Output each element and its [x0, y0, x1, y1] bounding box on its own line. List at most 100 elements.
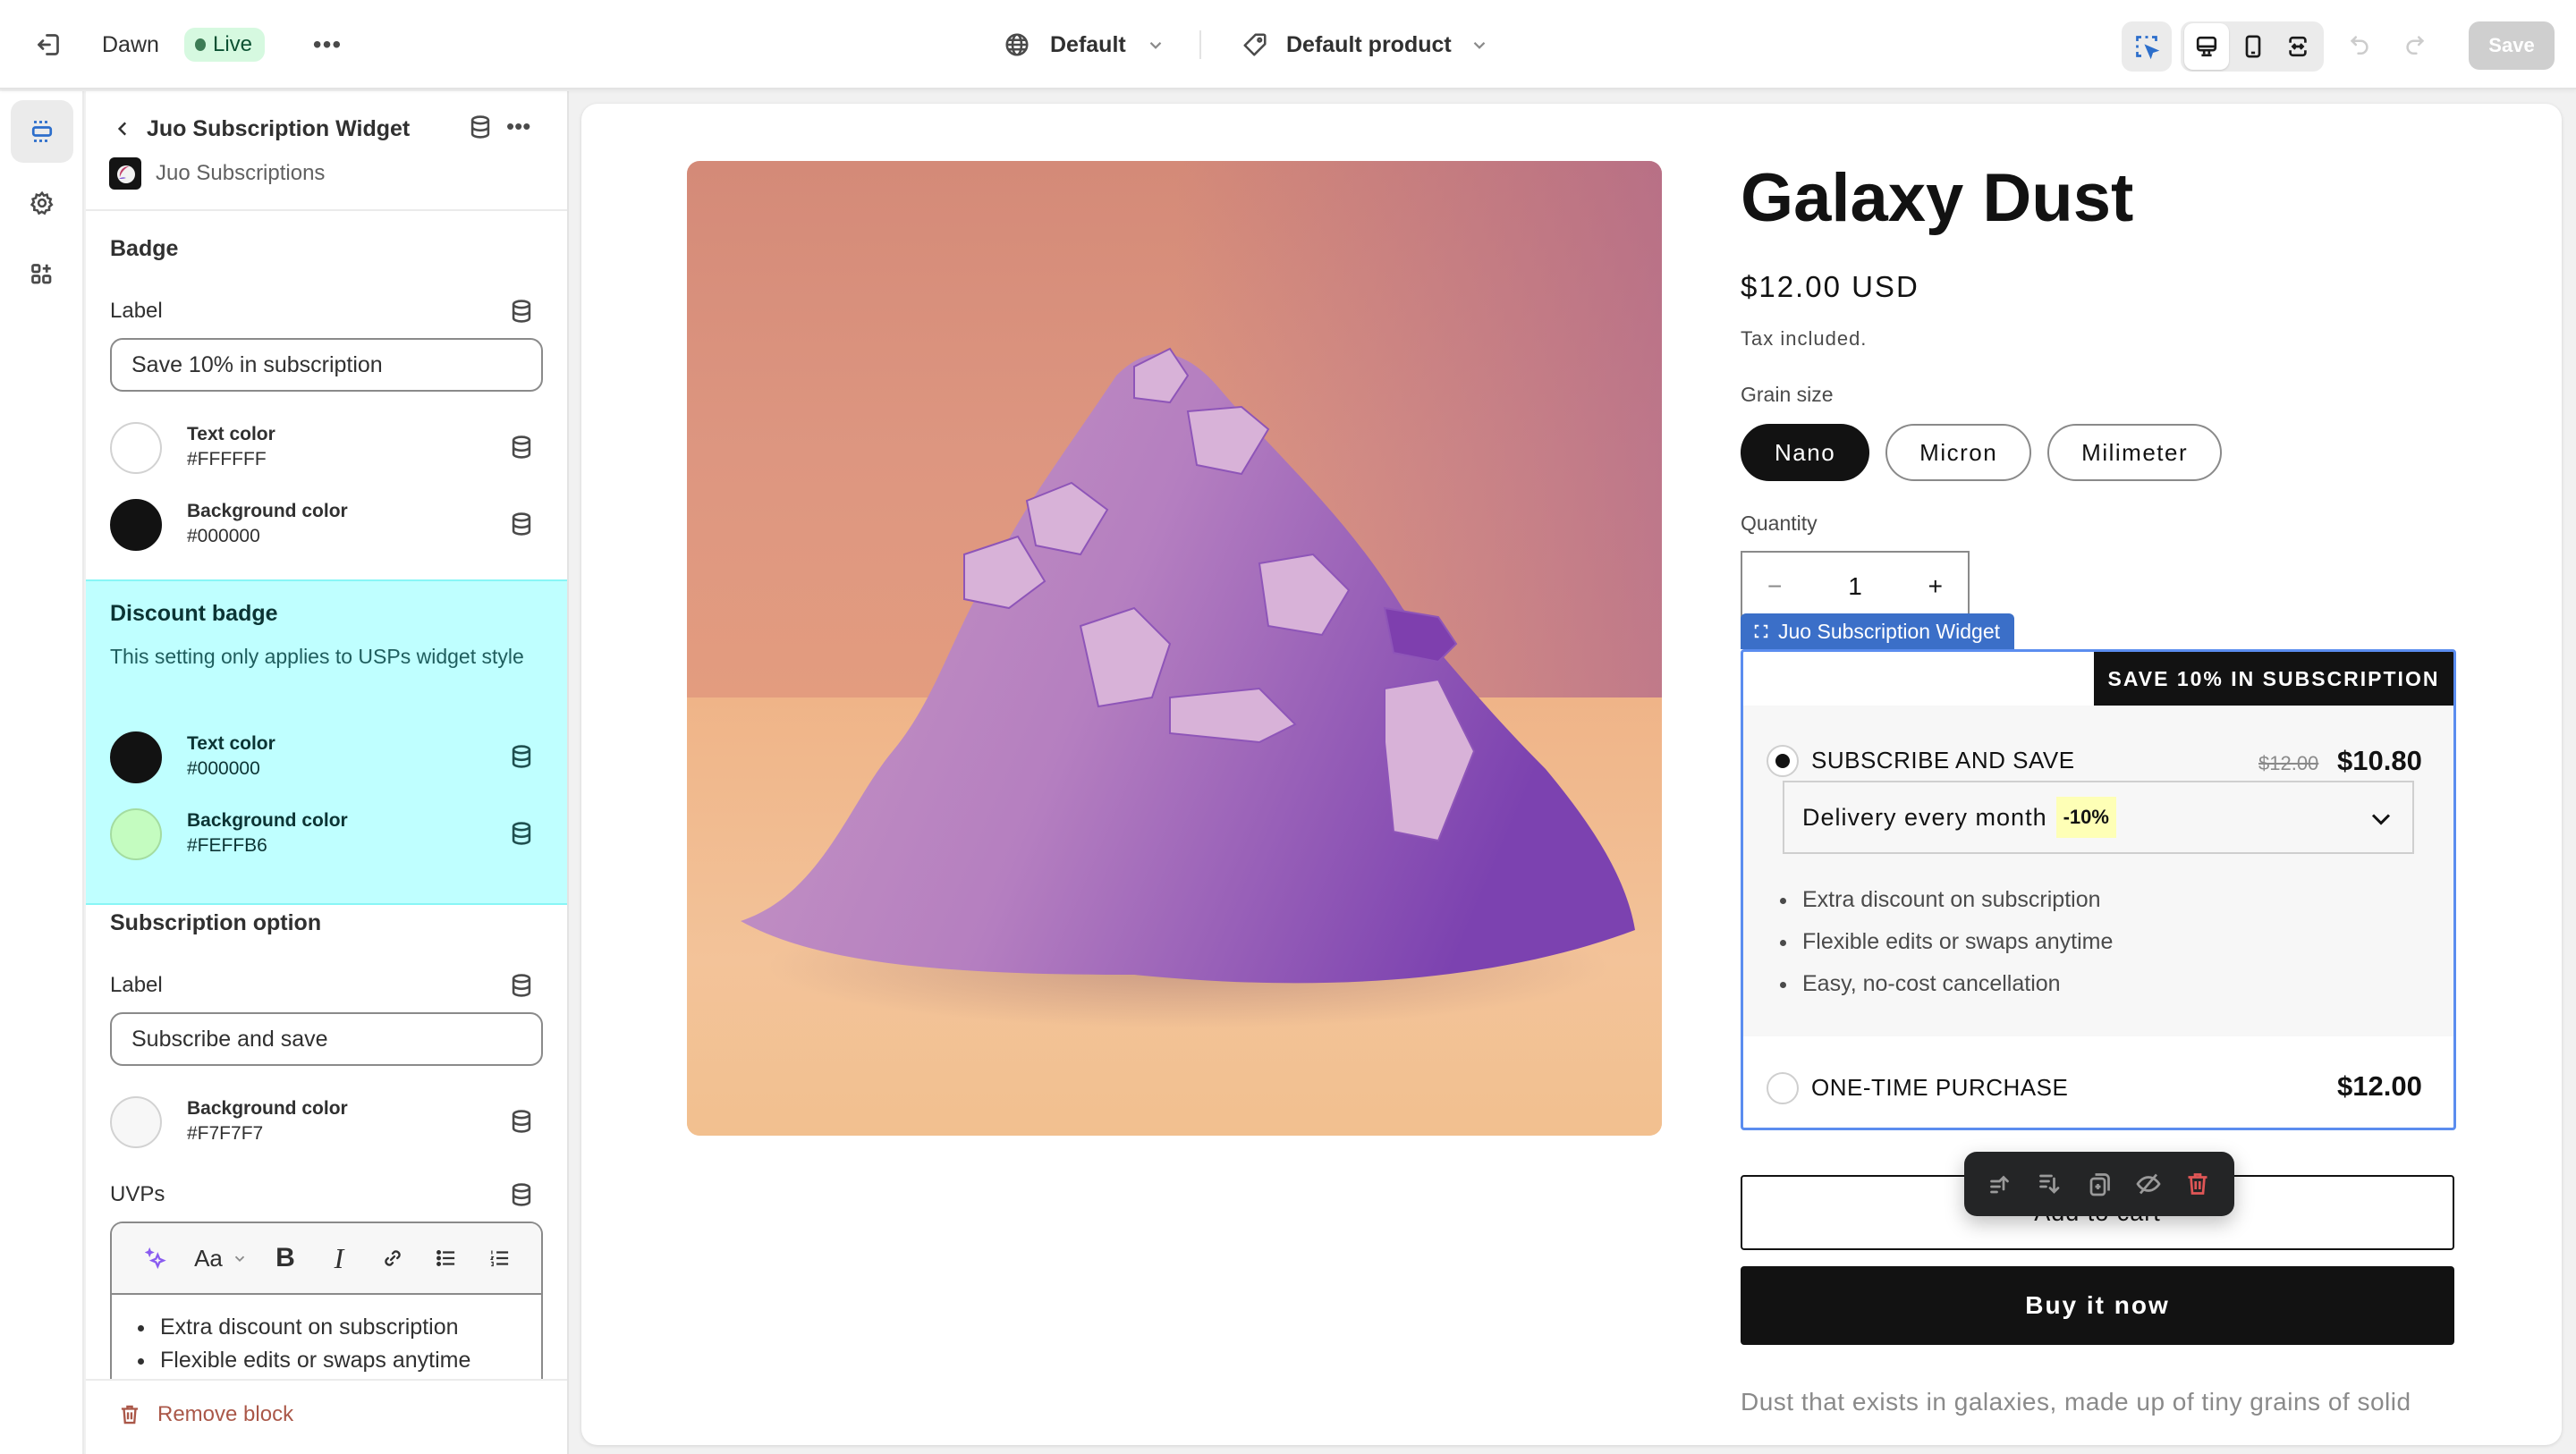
theme-more-button[interactable]: •••: [309, 27, 345, 63]
dynamic-source-icon[interactable]: [510, 435, 533, 460]
move-down-button[interactable]: [2030, 1164, 2070, 1204]
uvp-item: Easy, no-cost cancellation: [1799, 963, 2113, 1005]
product-title: Galaxy Dust: [1741, 160, 2134, 236]
juo-logo-icon: [117, 165, 135, 183]
variant-picker: Nano Micron Milimeter: [1741, 424, 2223, 481]
inspector-icon: [2136, 36, 2160, 60]
ai-generate-button[interactable]: [130, 1236, 183, 1281]
undo-button[interactable]: [2342, 27, 2377, 63]
subscription-widget[interactable]: SAVE 10% IN SUBSCRIPTION SUBSCRIBE AND S…: [1741, 649, 2456, 1130]
hide-block-button[interactable]: [2129, 1164, 2168, 1204]
quantity-increase-button[interactable]: +: [1928, 572, 1943, 601]
uvps-title: UVPs: [110, 1182, 165, 1206]
language-selector[interactable]: Default: [1004, 25, 1165, 64]
save-button[interactable]: Save: [2469, 21, 2555, 70]
discount-badge: -10%: [2055, 797, 2116, 838]
quantity-value[interactable]: 1: [1848, 572, 1862, 601]
color-value: #000000: [187, 758, 260, 779]
dynamic-source-icon[interactable]: [510, 821, 533, 846]
variant-label: Grain size: [1741, 383, 1834, 406]
exit-button[interactable]: [30, 27, 66, 63]
color-value: #FFFFFF: [187, 449, 267, 469]
dynamic-source-icon[interactable]: [510, 744, 533, 769]
dynamic-source-icon[interactable]: [510, 299, 533, 324]
color-name: Background color: [187, 810, 348, 831]
bullet-list-button[interactable]: [419, 1236, 473, 1281]
badge-label-input[interactable]: Save 10% in subscription: [110, 338, 543, 392]
rail-theme-settings-button[interactable]: [11, 172, 73, 234]
variant-option-milimeter[interactable]: Milimeter: [2047, 424, 2223, 481]
numbered-list-icon: [489, 1250, 509, 1267]
desktop-icon: [2196, 36, 2217, 57]
live-status-badge: Live: [184, 28, 266, 62]
color-swatch[interactable]: [110, 422, 162, 474]
dynamic-source-icon[interactable]: [469, 114, 492, 139]
dynamic-source-icon[interactable]: [510, 973, 533, 998]
font-size-dropdown[interactable]: Aa: [183, 1236, 258, 1281]
color-value: #F7F7F7: [187, 1123, 264, 1144]
discount-text-color-picker[interactable]: Text color #000000: [110, 726, 543, 789]
top-bar: Dawn Live ••• Default Default product Sa…: [0, 0, 2576, 89]
live-dot-icon: [195, 38, 206, 51]
variant-option-micron[interactable]: Micron: [1885, 424, 2032, 481]
color-swatch[interactable]: [110, 731, 162, 783]
more-icon: •••: [506, 113, 531, 139]
block-more-button[interactable]: •••: [506, 113, 530, 140]
uvp-item: Extra discount on subscription: [1799, 879, 2113, 921]
one-time-radio[interactable]: [1767, 1072, 1799, 1104]
template-selector[interactable]: Default product: [1241, 25, 1489, 64]
chevron-down-icon: [1149, 42, 1162, 49]
rail-app-embeds-button[interactable]: [11, 243, 73, 306]
tag-icon: [1243, 33, 1267, 56]
move-down-icon: [2039, 1174, 2060, 1194]
bullet-list-icon: [436, 1250, 455, 1266]
subscription-background-color-picker[interactable]: Background color #F7F7F7: [110, 1091, 543, 1154]
mobile-view-button[interactable]: [2231, 23, 2275, 70]
desktop-view-button[interactable]: [2184, 23, 2229, 70]
selected-block-label: Juo Subscription Widget: [1778, 619, 2001, 643]
move-up-button[interactable]: [1981, 1164, 2021, 1204]
subscribe-radio[interactable]: [1767, 745, 1799, 777]
back-button[interactable]: [106, 111, 141, 147]
rail-sections-button[interactable]: [11, 100, 73, 163]
subscription-label-title: Label: [110, 973, 163, 997]
dynamic-source-icon[interactable]: [510, 511, 533, 537]
color-swatch[interactable]: [110, 499, 162, 551]
duplicate-button[interactable]: [2080, 1164, 2119, 1204]
discount-background-color-picker[interactable]: Background color #FEFFB6: [110, 803, 543, 866]
link-icon: [385, 1250, 401, 1266]
badge-background-color-picker[interactable]: Background color #000000: [110, 494, 543, 556]
inspector-toggle[interactable]: [2122, 21, 2172, 72]
globe-icon: [1005, 33, 1029, 56]
uvps-rich-text-editor[interactable]: Aa B I Extra discount on subscription Fl…: [110, 1222, 543, 1382]
mobile-icon: [2245, 35, 2261, 58]
rte-content[interactable]: Extra discount on subscription Flexible …: [112, 1295, 541, 1377]
bold-button[interactable]: B: [258, 1236, 312, 1281]
subscription-label-input[interactable]: Subscribe and save: [110, 1012, 543, 1066]
template-selector-label: Default product: [1286, 31, 1452, 57]
redo-button[interactable]: [2397, 27, 2433, 63]
subscribe-compare-price: $12.00: [2258, 752, 2319, 774]
color-swatch[interactable]: [110, 808, 162, 860]
dynamic-source-icon[interactable]: [510, 1182, 533, 1207]
dynamic-source-icon[interactable]: [510, 1109, 533, 1134]
numbered-list-button[interactable]: [473, 1236, 527, 1281]
link-button[interactable]: [366, 1236, 419, 1281]
apps-icon: [31, 264, 52, 284]
delivery-frequency-select[interactable]: Delivery every month -10%: [1783, 781, 2414, 854]
buy-now-button[interactable]: Buy it now: [1741, 1266, 2454, 1345]
color-swatch[interactable]: [110, 1096, 162, 1148]
fullscreen-view-button[interactable]: [2275, 23, 2320, 70]
subscribe-and-save-option[interactable]: SUBSCRIBE AND SAVE $12.00 $10.80 Deliver…: [1743, 706, 2453, 1036]
quantity-label: Quantity: [1741, 511, 1818, 535]
redo-icon: [2406, 36, 2425, 55]
selected-block-tag[interactable]: Juo Subscription Widget: [1741, 613, 2015, 649]
variant-option-nano[interactable]: Nano: [1741, 424, 1870, 481]
product-image[interactable]: [687, 161, 1662, 1136]
badge-text-color-picker[interactable]: Text color #FFFFFF: [110, 417, 543, 479]
one-time-option-label[interactable]: ONE-TIME PURCHASE: [1811, 1074, 2068, 1102]
remove-block-button[interactable]: Remove block: [118, 1402, 293, 1427]
delete-block-button[interactable]: [2178, 1164, 2217, 1204]
quantity-decrease-button[interactable]: −: [1767, 572, 1782, 601]
italic-button[interactable]: I: [312, 1236, 366, 1281]
